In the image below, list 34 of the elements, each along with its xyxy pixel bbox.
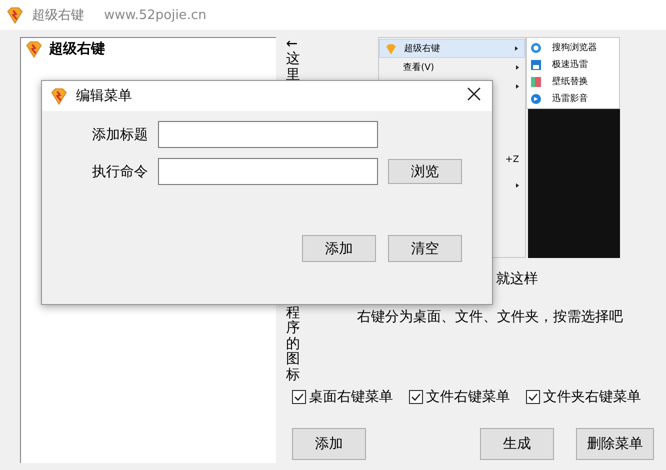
menu-type-checkbox[interactable]: 文件右键菜单 (409, 388, 510, 406)
app-icon (530, 92, 542, 104)
hint-text: 右键分为桌面、文件、文件夹，按需选择吧 (357, 308, 624, 326)
field-label: 执行命令 (91, 162, 148, 180)
app-icon (530, 42, 542, 54)
checkmark-icon (411, 392, 421, 402)
action-button[interactable]: 删除菜单 (576, 428, 654, 460)
checkmark-icon (294, 392, 304, 402)
dialog-title: 编辑菜单 (76, 87, 133, 105)
browse-button[interactable]: 浏览 (388, 159, 462, 184)
vertical-hint: 程序的图标 (286, 306, 300, 383)
input-field[interactable] (158, 121, 378, 148)
window-subtitle: www.52pojie.cn (104, 8, 206, 22)
action-button[interactable]: 添加 (292, 428, 366, 460)
shield-logo-icon (50, 87, 68, 105)
menu-type-checkbox[interactable]: 文件夹右键菜单 (526, 388, 641, 406)
checkmark-icon (528, 392, 538, 402)
input-field[interactable] (158, 158, 378, 185)
caption-text: 就这样 (496, 270, 539, 288)
shield-logo-icon (25, 40, 43, 58)
dialog-button[interactable]: 清空 (388, 235, 462, 262)
dialog-button[interactable]: 添加 (302, 235, 376, 262)
list-item[interactable]: 超级右键 (49, 40, 105, 58)
app-icon (530, 58, 542, 70)
close-icon (467, 87, 481, 101)
app-icon (530, 76, 542, 88)
action-button[interactable]: 生成 (480, 428, 554, 460)
shield-logo-icon (6, 6, 24, 24)
field-label: 添加标题 (91, 126, 148, 144)
menu-type-checkbox[interactable]: 桌面右键菜单 (292, 388, 393, 406)
shield-logo-icon (385, 42, 397, 54)
vertical-hint: ←这里 (286, 37, 300, 84)
window-title: 超级右键 (32, 7, 84, 24)
shortcut-text: +Z (505, 154, 519, 164)
